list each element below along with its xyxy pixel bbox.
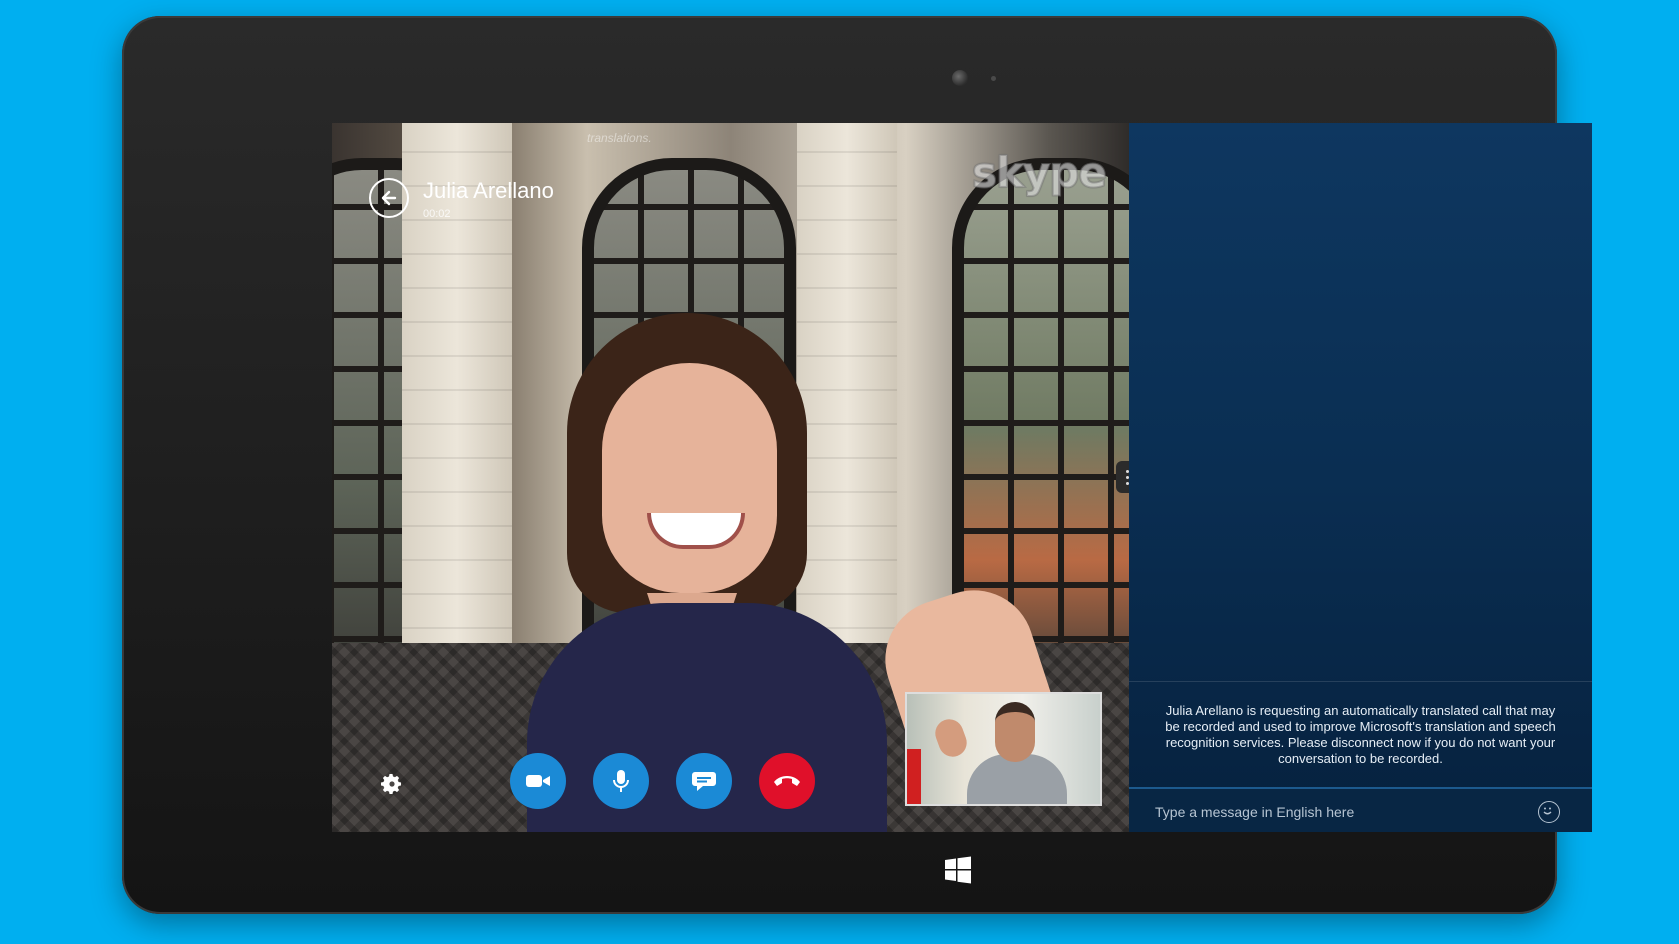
gear-icon [381, 774, 401, 794]
back-button[interactable] [369, 178, 409, 218]
call-timer: 00:02 [423, 208, 451, 220]
light-sensor [991, 76, 996, 81]
hang-up-icon [774, 776, 800, 786]
message-input-bar [1129, 787, 1592, 832]
caller-name: Julia Arellano [423, 178, 554, 203]
call-header: Julia Arellano 00:02 [369, 178, 554, 220]
caller-info: Julia Arellano 00:02 [423, 178, 554, 220]
settings-button[interactable] [374, 766, 410, 802]
remote-video-feed: translations. skype Julia Arellano 00:02 [332, 123, 1129, 832]
chat-bubble-icon [692, 772, 716, 791]
participant-face [602, 363, 777, 593]
front-camera [952, 70, 968, 86]
video-toggle-button[interactable] [510, 753, 566, 809]
translation-chat-panel: Julia Arellano is requesting an automati… [1129, 123, 1592, 832]
message-input[interactable] [1153, 802, 1538, 821]
windows-logo-icon [945, 856, 971, 884]
pip-background-detail [907, 749, 921, 804]
microphone-icon [613, 770, 629, 792]
microphone-toggle-button[interactable] [593, 753, 649, 809]
recording-notice: Julia Arellano is requesting an automati… [1129, 681, 1592, 788]
self-view-video[interactable] [905, 692, 1102, 806]
tablet-device: translations. skype Julia Arellano 00:02 [122, 16, 1592, 914]
windows-home-button[interactable] [944, 856, 972, 884]
self-view-hand [931, 715, 971, 761]
video-camera-icon [526, 775, 550, 787]
panel-resize-handle[interactable] [1116, 461, 1129, 493]
recording-notice-text: Julia Arellano is requesting an automati… [1165, 703, 1556, 766]
emoji-button[interactable] [1538, 800, 1560, 823]
arrow-left-icon [381, 190, 397, 206]
skype-logo: skype [971, 147, 1108, 198]
end-call-button[interactable] [759, 753, 815, 809]
chat-toggle-button[interactable] [676, 753, 732, 809]
smiley-icon [1543, 807, 1552, 814]
self-view-head [995, 702, 1035, 762]
app-screen: translations. skype Julia Arellano 00:02 [332, 123, 1592, 832]
watermark-text: translations. [587, 131, 652, 145]
